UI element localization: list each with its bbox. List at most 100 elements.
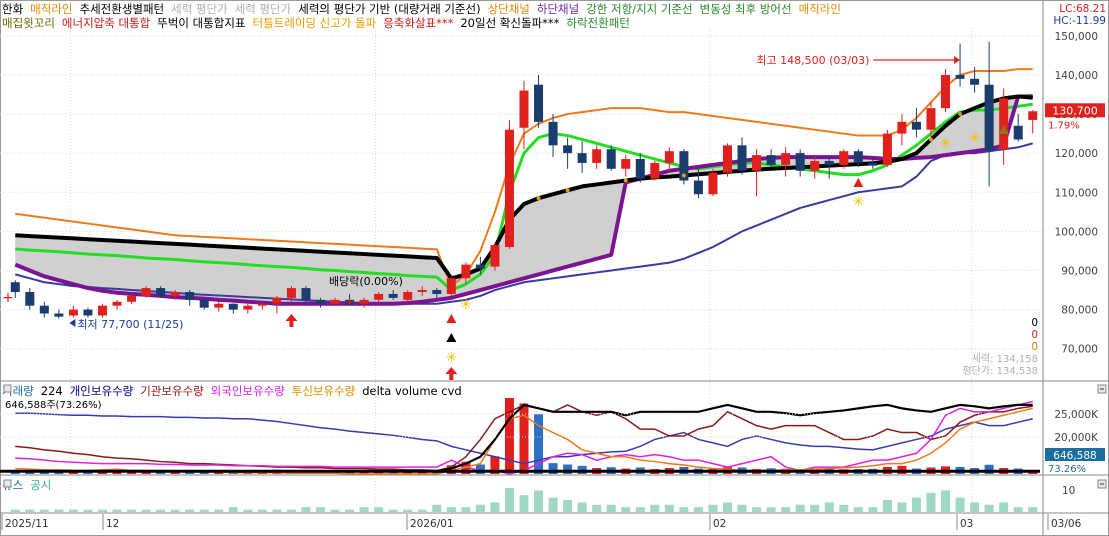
news-bar	[417, 509, 427, 512]
news-bar	[156, 509, 166, 512]
news-bar	[432, 504, 442, 512]
news-bar	[548, 497, 558, 512]
news-tick-label: 10	[1062, 485, 1075, 497]
candle-body	[722, 145, 732, 173]
candle-body	[606, 149, 616, 169]
candle-body	[475, 264, 485, 269]
news-bar	[955, 497, 965, 512]
volume-tick-label: 25,000K	[1054, 409, 1099, 421]
dividend-label: 배당락(0.00%)	[329, 275, 403, 288]
triangle-up-icon	[853, 178, 864, 187]
candle-body	[766, 155, 776, 165]
news-bar	[359, 507, 369, 512]
low-price-label: 최저 77,700 (11/25)	[77, 318, 183, 331]
news-bar	[781, 507, 791, 512]
news-bar	[490, 502, 500, 512]
volume-tick-label: 20,000K	[1054, 432, 1099, 444]
price-chart-svg[interactable]: 150,000140,000130,000120,000110,000100,0…	[0, 0, 1109, 536]
news-bar	[563, 500, 573, 512]
news-bar	[243, 509, 253, 512]
news-bar	[286, 509, 296, 512]
candle-body	[795, 153, 805, 171]
news-bar	[722, 502, 732, 512]
date-label: 02	[713, 518, 726, 530]
panel-menu-button[interactable]	[3, 479, 12, 488]
y-tick-label: 120,000	[1055, 148, 1098, 160]
candle-body	[868, 162, 878, 166]
candle-body	[68, 309, 78, 316]
zero-label: 0	[1031, 317, 1038, 329]
candle-body	[650, 162, 660, 179]
candle-body	[737, 145, 747, 171]
zero-label: 0	[1031, 329, 1038, 341]
news-bar	[185, 509, 195, 512]
news-bar	[534, 490, 544, 512]
candle-body	[519, 90, 529, 128]
news-bar	[301, 507, 311, 512]
news-bar	[810, 504, 820, 512]
news-bar	[272, 509, 282, 512]
news-bar	[25, 509, 35, 512]
candle-body	[301, 288, 311, 300]
news-bar	[170, 509, 180, 512]
candle-body	[955, 74, 965, 79]
candle-body	[97, 305, 107, 316]
news-bar	[127, 509, 137, 512]
candle-body	[563, 145, 573, 154]
candle-body	[156, 288, 166, 296]
news-bar	[941, 490, 951, 512]
star-icon: ✳	[852, 194, 864, 210]
dot-marker	[565, 188, 570, 193]
news-bar	[199, 509, 209, 512]
candle-body	[577, 153, 587, 163]
panel-menu-button[interactable]	[3, 384, 12, 393]
dot-marker	[623, 178, 628, 183]
date-label: 12	[106, 518, 119, 530]
news-bar	[475, 504, 485, 512]
current-price-label: 130,700	[1052, 104, 1098, 117]
y-tick-label: 70,000	[1061, 344, 1098, 356]
date-label: 03/06	[1051, 518, 1082, 530]
candle-body	[112, 301, 122, 306]
volume-pct-label: 73.26%	[1048, 464, 1086, 475]
news-bar	[374, 507, 384, 512]
date-label: 03	[960, 518, 973, 530]
news-bar	[737, 504, 747, 512]
dot-marker	[928, 137, 933, 142]
dot-marker	[536, 196, 541, 201]
news-bar	[54, 509, 64, 512]
plus-marker: +	[2, 290, 14, 306]
candle-body	[999, 98, 1009, 150]
star-icon: ✳	[940, 136, 952, 152]
candle-body	[810, 160, 820, 171]
force-avg-label: 세력: 134,158	[972, 353, 1038, 365]
candle-body	[824, 160, 834, 165]
candle-body	[243, 305, 253, 310]
candle-body	[534, 84, 544, 122]
news-bar	[766, 507, 776, 512]
candle-body	[170, 292, 180, 296]
candle-body	[199, 299, 209, 308]
candle-body	[417, 290, 427, 292]
news-bar	[39, 509, 49, 512]
candle-body	[286, 288, 296, 298]
candle-body	[592, 149, 602, 163]
news-bar	[345, 509, 355, 512]
news-bar	[257, 509, 267, 512]
candle-body	[1013, 125, 1023, 140]
candle-body	[25, 292, 35, 306]
candle-body	[185, 292, 195, 300]
news-bar	[679, 507, 689, 512]
news-bar	[882, 500, 892, 512]
news-bar	[68, 509, 78, 512]
candle-body	[461, 264, 471, 279]
news-bar	[461, 507, 471, 512]
candle-body	[941, 74, 951, 109]
news-bar	[853, 507, 863, 512]
news-bar	[606, 504, 616, 512]
stock-chart-window: 한화 매직라인 추세전환생별패턴 세력 평단가 세력 평단가 세력의 평단가 기반 (대량…	[0, 0, 1109, 536]
candle-body	[1028, 111, 1038, 120]
dot-marker	[681, 173, 686, 178]
candle-body	[39, 305, 49, 314]
y-tick-label: 110,000	[1055, 187, 1098, 199]
